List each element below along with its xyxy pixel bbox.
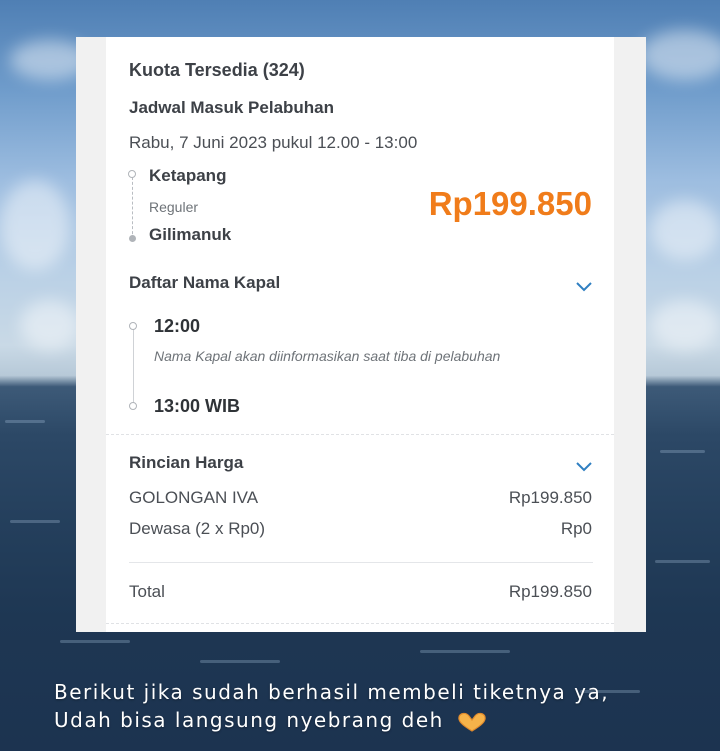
origin-dot <box>128 170 136 178</box>
price-row-label: Dewasa (2 x Rp0) <box>129 519 266 538</box>
wave <box>10 520 60 523</box>
route-line <box>132 177 133 239</box>
wave <box>5 420 45 423</box>
total-value: Rp199.850 <box>508 582 592 601</box>
section-divider <box>106 434 614 435</box>
origin-port: Ketapang <box>149 166 227 185</box>
wave <box>420 650 510 653</box>
time-line <box>133 329 134 405</box>
schedule-date: Rabu, 7 Juni 2023 pukul 12.00 - 13:00 <box>129 133 418 152</box>
chevron-down-icon[interactable] <box>576 281 592 293</box>
wave <box>660 450 705 453</box>
service-type: Reguler <box>149 199 199 215</box>
ship-note: Nama Kapal akan diinformasikan saat tiba… <box>154 348 501 364</box>
price-details-title: Rincian Harga <box>129 453 244 472</box>
cloud <box>640 30 720 80</box>
cloud <box>20 300 80 350</box>
destination-port: Gilimanuk <box>149 225 232 244</box>
start-time: 12:00 <box>154 316 201 336</box>
wave <box>200 660 280 663</box>
end-time: 13:00 WIB <box>154 396 241 416</box>
cloud <box>650 200 720 260</box>
wave <box>655 560 710 563</box>
destination-dot <box>129 235 136 242</box>
heart-hands-icon <box>457 712 486 732</box>
price-row-value: Rp0 <box>560 519 592 538</box>
caption-line-1: Berikut jika sudah berhasil membeli tike… <box>54 680 610 704</box>
ticket-card-body: Kuota Tersedia (324) Jadwal Masuk Pelabu… <box>106 37 614 632</box>
price-row-label: GOLONGAN IVA <box>129 488 259 507</box>
price-row-value: Rp199.850 <box>508 488 592 507</box>
start-time-dot <box>129 322 137 330</box>
end-time-dot <box>129 402 137 410</box>
cloud <box>650 300 720 350</box>
total-label: Total <box>129 582 165 601</box>
ship-list-title: Daftar Nama Kapal <box>129 273 281 292</box>
caption-line-2: Udah bisa langsung nyebrang deh <box>54 708 488 733</box>
ticket-price: Rp199.850 <box>428 185 592 222</box>
chevron-down-icon[interactable] <box>576 461 592 473</box>
total-divider <box>129 562 593 563</box>
quota-label: Kuota Tersedia (324) <box>129 60 305 80</box>
cloud <box>0 180 70 270</box>
ticket-card: Kuota Tersedia (324) Jadwal Masuk Pelabu… <box>76 37 646 632</box>
wave <box>60 640 130 643</box>
schedule-title: Jadwal Masuk Pelabuhan <box>129 98 335 117</box>
bottom-divider <box>106 623 614 624</box>
caption-line-2-text: Udah bisa langsung nyebrang deh <box>54 708 444 732</box>
